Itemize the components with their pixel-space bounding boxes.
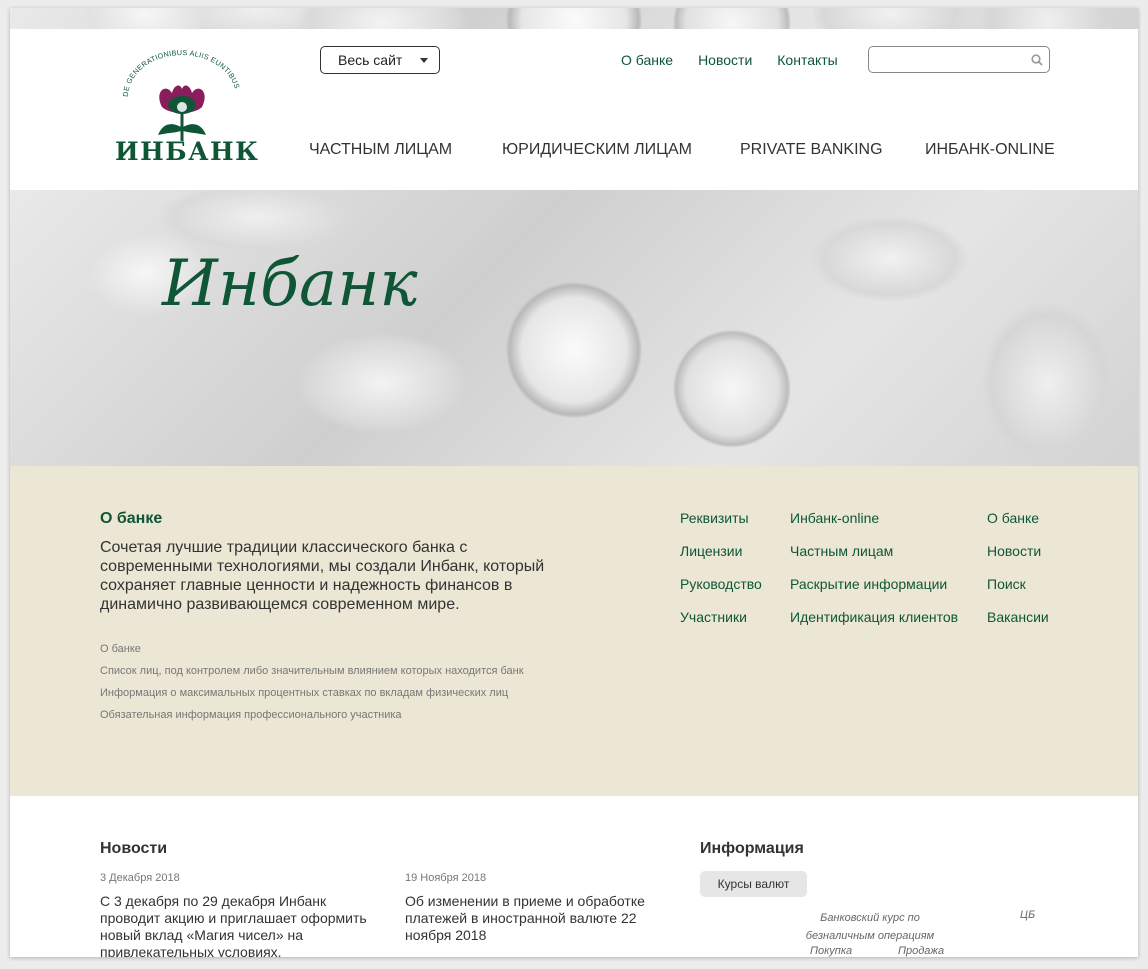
chevron-down-icon: [420, 58, 428, 63]
search-icon[interactable]: [1031, 54, 1043, 66]
link-requisites[interactable]: Реквизиты: [680, 510, 762, 543]
link-news[interactable]: Новости: [987, 543, 1049, 576]
search-input[interactable]: [868, 46, 1050, 73]
rates-bank-header: Банковский курс по безналичным операциям: [805, 912, 935, 942]
about-doc-links: О банке Список лиц, под контролем либо з…: [100, 638, 570, 726]
doc-link[interactable]: Список лиц, под контролем либо значитель…: [100, 660, 570, 682]
news-item[interactable]: 3 Декабря 2018 С 3 декабря по 29 декабря…: [100, 872, 385, 957]
link-column-2: Инбанк-online Частным лицам Раскрытие ин…: [790, 510, 958, 642]
tab-exchange-rates[interactable]: Курсы валют: [700, 871, 807, 897]
news-item[interactable]: 19 Ноября 2018 Об изменении в приеме и о…: [405, 872, 675, 957]
news-date: 19 Ноября 2018: [405, 872, 487, 884]
bottom-section: Новости 3 Декабря 2018 С 3 декабря по 29…: [10, 796, 1138, 957]
top-decor-strip: [10, 8, 1138, 29]
link-inbank-online[interactable]: Инбанк-online: [790, 510, 958, 543]
link-about-bank[interactable]: О банке: [987, 510, 1049, 543]
toplink-about[interactable]: О банке: [621, 52, 673, 68]
site-scope-select[interactable]: Весь сайт: [320, 46, 440, 74]
about-section: О банке Сочетая лучшие традиции классиче…: [10, 466, 1138, 796]
news-text[interactable]: С 3 декабря по 29 декабря Инбанк проводи…: [100, 893, 385, 957]
link-licenses[interactable]: Лицензии: [680, 543, 762, 576]
news-title: Новости: [100, 840, 168, 857]
doc-link[interactable]: О банке: [100, 638, 570, 660]
link-private-persons[interactable]: Частным лицам: [790, 543, 958, 576]
link-column-3: О банке Новости Поиск Вакансии: [987, 510, 1049, 642]
link-disclosure[interactable]: Раскрытие информации: [790, 576, 958, 609]
logo-wordmark: ИНБАНК: [115, 137, 260, 166]
hero-banner: Инбанк: [10, 190, 1138, 466]
site-header: DE GENERATIONIBUS ALIIS EUNTIBUS ИНБАНК …: [10, 29, 1138, 190]
link-client-identification[interactable]: Идентификация клиентов: [790, 609, 958, 642]
toplink-contacts[interactable]: Контакты: [777, 52, 837, 68]
rates-sell-header: Продажа: [898, 945, 945, 957]
toplink-news[interactable]: Новости: [698, 52, 752, 68]
link-management[interactable]: Руководство: [680, 576, 762, 609]
link-search[interactable]: Поиск: [987, 576, 1049, 609]
link-vacancies[interactable]: Вакансии: [987, 609, 1049, 642]
news-text[interactable]: Об изменении в приеме и обработке платеж…: [405, 893, 675, 944]
hero-title: Инбанк: [162, 247, 418, 321]
nav-corporate[interactable]: ЮРИДИЧЕСКИМ ЛИЦАМ: [502, 141, 692, 159]
about-text: Сочетая лучшие традиции классического ба…: [100, 539, 545, 613]
about-title: О банке: [100, 510, 163, 527]
link-participants[interactable]: Участники: [680, 609, 762, 642]
nav-private-banking[interactable]: PRIVATE BANKING: [740, 141, 883, 159]
news-date: 3 Декабря 2018: [100, 872, 180, 884]
site-select-label: Весь сайт: [338, 52, 403, 68]
nav-private[interactable]: ЧАСТНЫМ ЛИЦАМ: [309, 141, 452, 159]
top-links: О банке Новости Контакты: [621, 52, 863, 68]
info-title: Информация: [700, 840, 804, 857]
doc-link[interactable]: Обязательная информация профессиональног…: [100, 704, 570, 726]
rates-cb-header: ЦБ: [1020, 909, 1036, 921]
doc-link[interactable]: Информация о максимальных процентных ста…: [100, 682, 570, 704]
rates-buy-header: Покупка: [810, 945, 853, 957]
page-frame: DE GENERATIONIBUS ALIIS EUNTIBUS ИНБАНК …: [10, 8, 1138, 957]
nav-inbank-online[interactable]: ИНБАНК-ONLINE: [925, 141, 1055, 159]
link-column-1: Реквизиты Лицензии Руководство Участники: [680, 510, 762, 642]
